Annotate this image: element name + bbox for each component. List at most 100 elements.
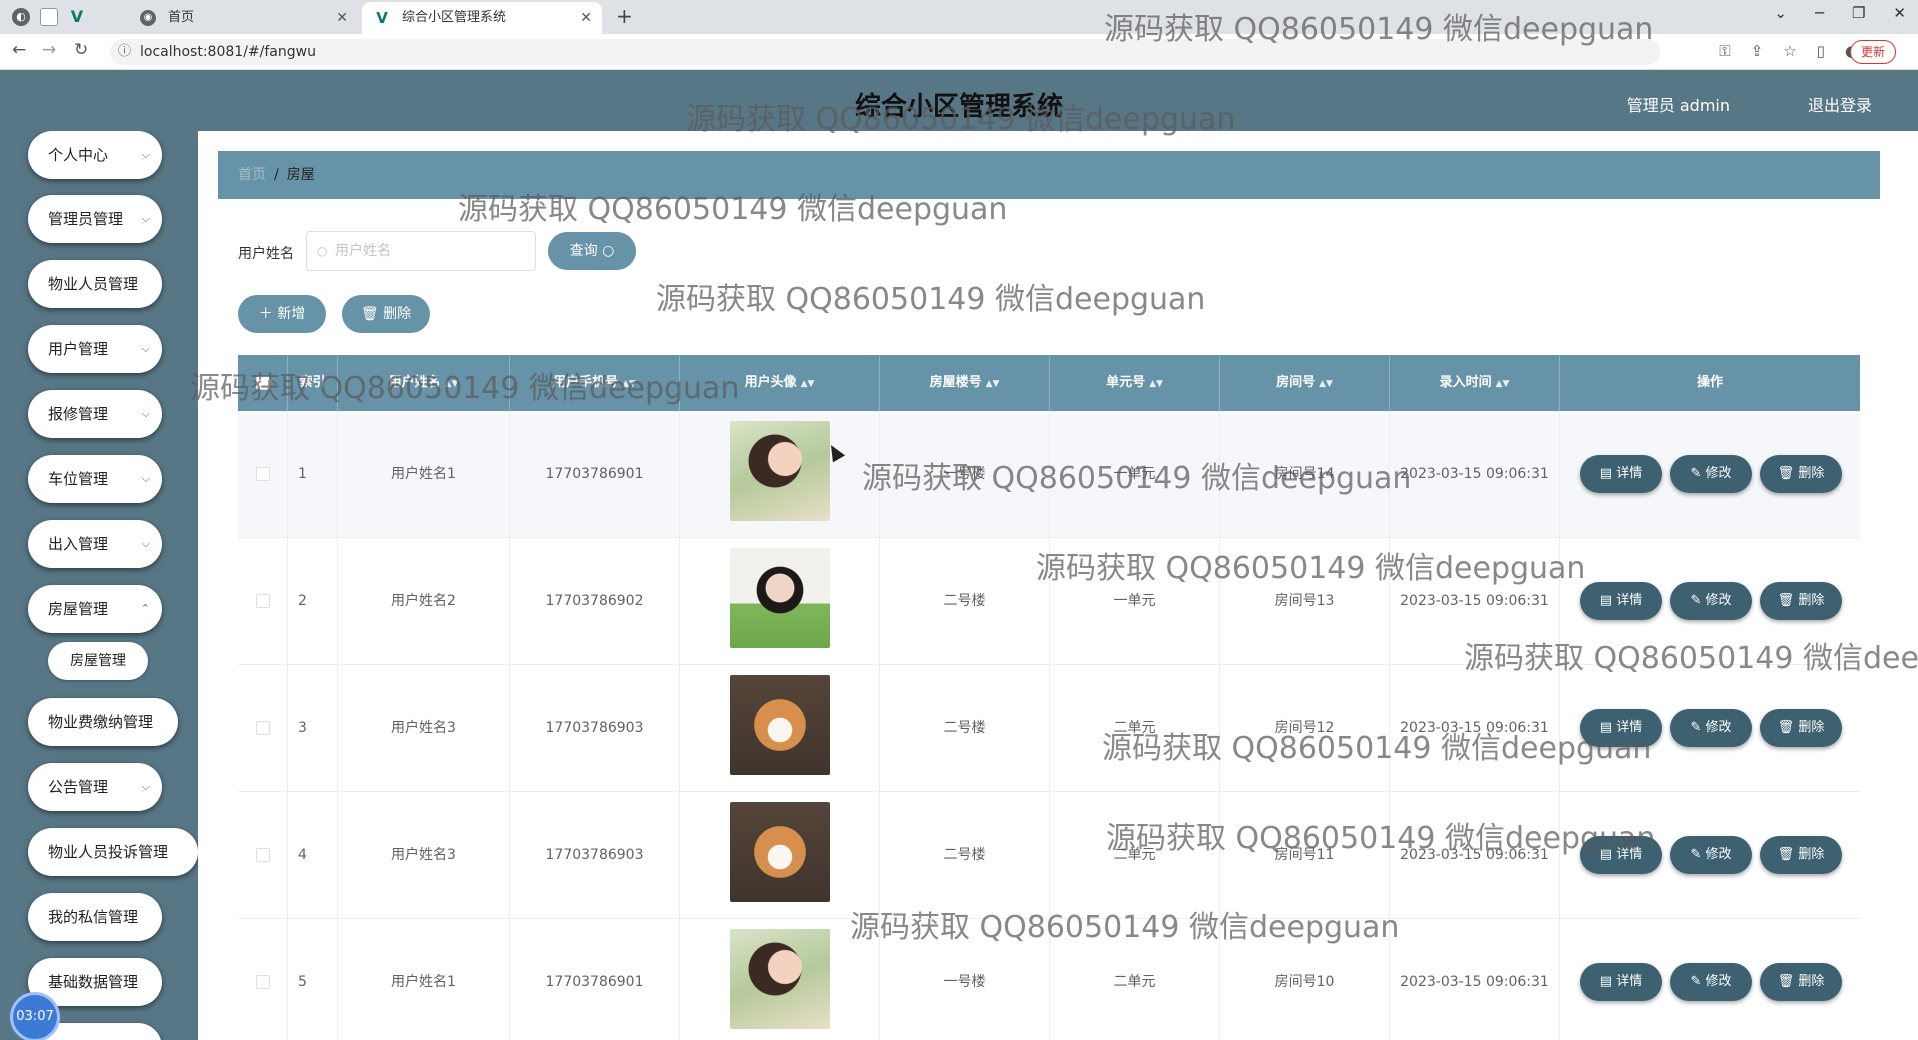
search-label: 用户姓名 <box>238 246 294 262</box>
key-icon[interactable]: ⚿ <box>1719 42 1730 60</box>
table-row[interactable]: 1 用户姓名1 17703786901 一号楼 一单元 房间号14 2023-0… <box>238 411 1860 538</box>
query-button[interactable]: 查询 ○ <box>548 232 636 270</box>
delete-button[interactable]: 🗑 删除 <box>1760 963 1842 1001</box>
new-tab-icon[interactable]: + <box>616 4 633 28</box>
tab-active[interactable]: V 综合小区管理系统 ✕ <box>362 2 602 34</box>
detail-button[interactable]: ▤ 详情 <box>1580 963 1662 1001</box>
update-button[interactable]: 更新 <box>1849 40 1896 64</box>
sort-icon[interactable]: ▲▼ <box>801 379 815 389</box>
sidebar-item-admin[interactable]: 管理员管理 ⌵ <box>28 195 162 243</box>
row-checkbox[interactable] <box>255 848 270 862</box>
forward-icon[interactable]: → <box>42 40 56 60</box>
sidebar-item-parking[interactable]: 车位管理 ⌵ <box>28 455 162 503</box>
col-unit[interactable]: 单元号 ▲▼ <box>1050 355 1220 411</box>
url-field[interactable]: ⓘ localhost:8081/#/fangwu <box>110 39 1660 65</box>
reload-icon[interactable]: ↻ <box>74 40 88 60</box>
detail-button[interactable]: ▤ 详情 <box>1580 836 1662 874</box>
col-phone[interactable]: 用户手机号 ▲▼ <box>510 355 680 411</box>
sort-icon[interactable]: ▲▼ <box>986 379 1000 389</box>
avatar[interactable] <box>730 421 830 521</box>
edit-button[interactable]: ✎ 修改 <box>1670 836 1752 874</box>
row-checkbox[interactable] <box>255 594 270 608</box>
cell-index: 5 <box>288 919 338 1040</box>
delete-button[interactable]: 🗑 删除 <box>1760 455 1842 493</box>
trash-icon: 🗑 <box>1777 974 1795 989</box>
delete-button[interactable]: 🗑 删除 <box>1760 582 1842 620</box>
sidebar-item-repair[interactable]: 报修管理 ⌵ <box>28 390 162 438</box>
add-button[interactable]: ＋ 新增 <box>238 295 326 333</box>
col-label: 录入时间 <box>1439 375 1492 390</box>
chevron-down-icon: ⌵ <box>141 780 150 793</box>
logout-link[interactable]: 退出登录 <box>1808 92 1872 116</box>
sidebar-item-access[interactable]: 出入管理 ⌵ <box>28 520 162 568</box>
delete-button[interactable]: 🗑 删除 <box>1760 709 1842 747</box>
avatar[interactable] <box>730 675 830 775</box>
row-checkbox[interactable] <box>255 975 270 989</box>
minimize-icon[interactable]: ─ <box>1815 4 1824 22</box>
info-icon[interactable]: ⓘ <box>118 39 131 65</box>
col-label: 索引 <box>299 375 326 390</box>
sort-icon[interactable]: ▲▼ <box>1319 379 1333 389</box>
select-all-checkbox[interactable] <box>255 375 270 390</box>
col-index[interactable]: 索引 <box>288 355 338 411</box>
delete-label: 删除 <box>1798 466 1825 481</box>
cell-unit: 二单元 <box>1050 792 1220 919</box>
close-icon[interactable]: ✕ <box>580 2 592 34</box>
sidebar-item-house[interactable]: 房屋管理 ⌃ <box>28 585 162 633</box>
delete-button[interactable]: 🗑 删除 <box>1760 836 1842 874</box>
share-icon[interactable]: ⇪ <box>1751 42 1764 60</box>
table-row[interactable]: 4 用户姓名3 17703786903 二号楼 二单元 房间号11 2023-0… <box>238 792 1860 919</box>
sidepanel-icon[interactable]: ▯ <box>1817 42 1825 60</box>
sidebar-item-label: 公告管理 <box>48 778 109 796</box>
detail-button[interactable]: ▤ 详情 <box>1580 455 1662 493</box>
edit-button[interactable]: ✎ 修改 <box>1670 455 1752 493</box>
breadcrumb-home[interactable]: 首页 <box>238 167 266 183</box>
sidebar-item-messages[interactable]: 我的私信管理 <box>28 893 162 941</box>
chevron-down-icon[interactable]: ⌄ <box>1774 4 1787 22</box>
tab-home[interactable]: ◉ 首页 ✕ <box>128 2 358 34</box>
col-avatar[interactable]: 用户头像 ▲▼ <box>680 355 880 411</box>
batch-delete-button[interactable]: 🗑 删除 <box>342 295 430 333</box>
col-room[interactable]: 房间号 ▲▼ <box>1220 355 1390 411</box>
sidebar-item-label: 物业费缴纳管理 <box>48 713 154 731</box>
edit-button[interactable]: ✎ 修改 <box>1670 709 1752 747</box>
blank-page-icon[interactable] <box>40 8 58 26</box>
cell-building: 二号楼 <box>880 538 1050 665</box>
back-icon[interactable]: ← <box>12 40 26 60</box>
sidebar-item-personal-center[interactable]: 个人中心 ⌵ <box>28 131 162 179</box>
sidebar-item-notice[interactable]: 公告管理 ⌵ <box>28 763 162 811</box>
avatar[interactable] <box>730 548 830 648</box>
document-icon: ▤ <box>1599 974 1613 989</box>
row-checkbox[interactable] <box>255 467 270 481</box>
sort-icon[interactable]: ▲▼ <box>445 379 459 389</box>
search-input[interactable]: ○ 用户姓名 <box>306 231 536 271</box>
sort-icon[interactable]: ▲▼ <box>1149 379 1163 389</box>
search-placeholder: 用户姓名 <box>335 243 391 259</box>
row-checkbox[interactable] <box>255 721 270 735</box>
sort-icon[interactable]: ▲▼ <box>622 379 636 389</box>
close-window-icon[interactable]: ✕ <box>1893 4 1906 22</box>
table-row[interactable]: 3 用户姓名3 17703786903 二号楼 二单元 房间号12 2023-0… <box>238 665 1860 792</box>
table-row[interactable]: 5 用户姓名1 17703786901 一号楼 二单元 房间号10 2023-0… <box>238 919 1860 1040</box>
close-icon[interactable]: ✕ <box>336 2 348 34</box>
col-time[interactable]: 录入时间 ▲▼ <box>1390 355 1560 411</box>
detail-button[interactable]: ▤ 详情 <box>1580 709 1662 747</box>
sidebar-item-complaint[interactable]: 物业人员投诉管理 <box>28 828 198 876</box>
vue-icon[interactable]: V <box>68 8 86 26</box>
sidebar-item-staff[interactable]: 物业人员管理 <box>28 260 162 308</box>
browser-icon[interactable]: ◐ <box>12 8 30 26</box>
submenu-item-house-manage[interactable]: 房屋管理 <box>48 642 148 680</box>
avatar[interactable] <box>730 802 830 902</box>
star-icon[interactable]: ☆ <box>1783 42 1796 60</box>
detail-button[interactable]: ▤ 详情 <box>1580 582 1662 620</box>
sidebar-item-users[interactable]: 用户管理 ⌵ <box>28 325 162 373</box>
sort-icon[interactable]: ▲▼ <box>1496 379 1510 389</box>
edit-button[interactable]: ✎ 修改 <box>1670 582 1752 620</box>
col-building[interactable]: 房屋楼号 ▲▼ <box>880 355 1050 411</box>
edit-button[interactable]: ✎ 修改 <box>1670 963 1752 1001</box>
col-name[interactable]: 用户姓名 ▲▼ <box>338 355 510 411</box>
table-row[interactable]: 2 用户姓名2 17703786902 二号楼 一单元 房间号13 2023-0… <box>238 538 1860 665</box>
restore-icon[interactable]: ❐ <box>1852 4 1865 22</box>
sidebar-item-property-fee[interactable]: 物业费缴纳管理 <box>28 698 178 746</box>
avatar[interactable] <box>730 929 830 1029</box>
